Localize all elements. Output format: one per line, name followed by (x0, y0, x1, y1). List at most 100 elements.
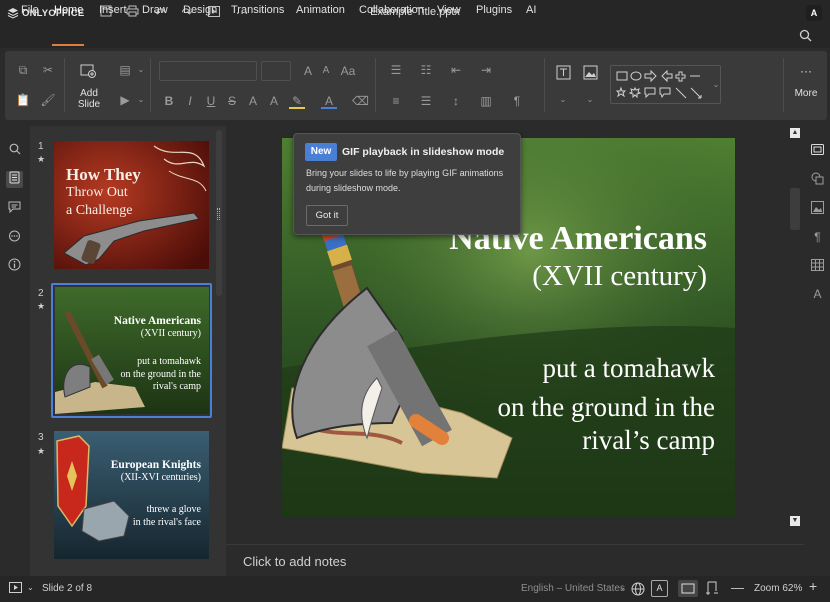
decrease-indent-icon[interactable]: ⇤ (448, 62, 464, 78)
superscript-icon[interactable]: A (245, 93, 261, 109)
animation-star-icon: ★ (37, 154, 46, 164)
text-box-icon[interactable] (555, 65, 571, 81)
slide-thumbnail-1[interactable]: How They Throw Out a Challenge (54, 141, 209, 269)
slide-thumbnail-3[interactable]: European Knights (XII-XVI centuries) thr… (54, 431, 209, 559)
slideshow-icon[interactable] (9, 582, 23, 594)
toolbar-separator (64, 58, 65, 112)
globe-icon[interactable] (631, 582, 645, 596)
columns-icon[interactable]: ▥ (478, 93, 494, 109)
highlight-icon[interactable]: ✎ (289, 93, 305, 109)
zoom-in-button[interactable]: + (809, 578, 817, 594)
subscript-icon[interactable]: A (266, 93, 282, 109)
more-icon[interactable]: ··· (798, 63, 814, 79)
slide-3-body-2: in the rival's face (132, 517, 201, 528)
menu-insert[interactable]: Insert (99, 4, 127, 16)
bullets-icon[interactable]: ☰ (388, 62, 404, 78)
search-icon[interactable] (797, 29, 813, 45)
menu-view[interactable]: View (437, 4, 461, 16)
line-spacing-icon[interactable]: ↕ (448, 93, 464, 109)
slide-body-line-2[interactable]: on the ground in the (498, 392, 715, 423)
notes-placeholder[interactable]: Click to add notes (243, 554, 346, 569)
increase-indent-icon[interactable]: ⇥ (478, 62, 494, 78)
menu-home[interactable]: Home (54, 4, 83, 16)
menu-file[interactable]: File (21, 4, 39, 16)
comments-icon[interactable] (6, 201, 23, 218)
font-size-combo[interactable] (261, 61, 291, 81)
bold-icon[interactable]: B (161, 93, 177, 109)
menu-bar (0, 26, 830, 48)
menu-transitions[interactable]: Transitions (231, 4, 284, 16)
chevron-down-icon[interactable]: ⌄ (619, 583, 626, 592)
menu-animation[interactable]: Animation (296, 4, 345, 16)
chevron-down-icon[interactable]: ⌄ (27, 583, 34, 592)
paragraph-icon[interactable]: ¶ (509, 93, 525, 109)
slide-3-artwork (54, 431, 209, 559)
zoom-level[interactable]: Zoom 62% (754, 583, 802, 594)
chevron-down-icon[interactable]: ⌄ (133, 62, 149, 78)
got-it-button[interactable]: Got it (306, 205, 348, 226)
slide-1-title-2: Throw Out (66, 185, 128, 200)
more-button[interactable]: More (791, 88, 821, 99)
chevron-down-icon[interactable]: ⌄ (133, 92, 149, 108)
add-slide-button[interactable]: Add Slide (72, 88, 106, 110)
strikethrough-icon[interactable]: S (224, 93, 240, 109)
zoom-out-button[interactable]: — (731, 580, 744, 595)
table-settings-icon[interactable] (810, 259, 825, 274)
chevron-down-icon[interactable]: ⌄ (582, 92, 598, 108)
slide-size-icon[interactable]: ▶ (117, 92, 133, 108)
slide-body-line-1[interactable]: put a tomahawk (543, 353, 715, 384)
toolbar-separator (150, 58, 151, 112)
spellcheck-icon[interactable]: A (651, 580, 668, 597)
fit-width-icon[interactable] (705, 581, 719, 596)
menu-collaboration[interactable]: Collaboration (359, 4, 424, 16)
vertical-align-icon[interactable]: ☰ (418, 93, 434, 109)
slide-number: 2 (38, 288, 44, 299)
menu-draw[interactable]: Draw (142, 4, 168, 16)
vertical-scrollbar-thumb[interactable] (790, 188, 800, 230)
user-avatar[interactable]: A (806, 5, 822, 21)
info-icon[interactable] (6, 258, 23, 275)
scroll-up-button[interactable]: ▲ (790, 128, 800, 138)
numbering-icon[interactable]: ☷ (418, 62, 434, 78)
menu-plugins[interactable]: Plugins (476, 4, 512, 16)
underline-icon[interactable]: U (203, 93, 219, 109)
language-selector[interactable]: English – United States (521, 583, 625, 594)
layout-icon[interactable]: ▤ (117, 62, 133, 78)
decrease-font-icon[interactable]: A (318, 63, 334, 79)
slide-body-line-3[interactable]: rival’s camp (582, 425, 715, 456)
increase-font-icon[interactable]: A (300, 63, 316, 79)
panel-resize-handle[interactable] (217, 208, 220, 220)
scroll-down-button[interactable]: ▼ (790, 516, 800, 526)
new-badge: New (305, 143, 337, 161)
copy-icon[interactable]: ⧉ (15, 62, 31, 78)
menu-design[interactable]: Design (183, 4, 217, 16)
chevron-down-icon[interactable]: ⌄ (555, 92, 571, 108)
add-slide-icon[interactable] (80, 64, 96, 80)
chat-icon[interactable] (6, 230, 23, 247)
animation-star-icon: ★ (37, 446, 46, 456)
shape-settings-icon[interactable] (810, 172, 825, 187)
chevron-down-icon[interactable]: ⌄ (708, 77, 724, 93)
paragraph-settings-icon[interactable]: ¶ (810, 230, 825, 245)
image-icon[interactable] (582, 65, 598, 81)
font-name-combo[interactable] (159, 61, 257, 81)
tooltip-body: Bring your slides to life by playing GIF… (306, 168, 504, 193)
slide-settings-icon[interactable] (810, 144, 825, 159)
align-left-icon[interactable]: ≡ (388, 93, 404, 109)
paste-icon[interactable]: 📋 (15, 92, 31, 108)
fit-slide-icon[interactable] (678, 580, 698, 597)
slide-subtitle[interactable]: (XVII century) (532, 260, 707, 293)
slide-1-title-3: a Challenge (66, 203, 133, 218)
format-painter-icon[interactable]: 🖌 (40, 92, 56, 108)
slides-panel-icon[interactable] (6, 171, 23, 188)
change-case-icon[interactable]: Aa (340, 63, 356, 79)
search-icon[interactable] (6, 143, 23, 160)
menu-ai[interactable]: AI (526, 4, 536, 16)
font-color-icon[interactable]: A (321, 93, 337, 109)
clear-style-icon[interactable]: ⌫ (352, 93, 369, 109)
image-settings-icon[interactable] (810, 201, 825, 216)
italic-icon[interactable]: I (182, 93, 198, 109)
text-art-settings-icon[interactable]: A (810, 287, 825, 302)
shapes-gallery[interactable] (610, 65, 721, 104)
cut-icon[interactable]: ✂ (40, 62, 56, 78)
